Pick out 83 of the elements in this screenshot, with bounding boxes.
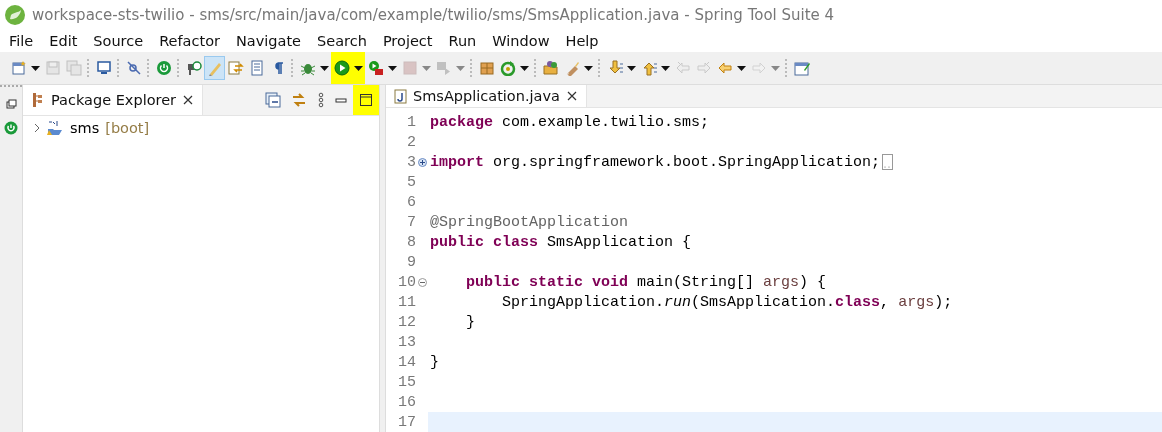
- forward-icon: [750, 60, 767, 76]
- code-line: @SpringBootApplication: [430, 213, 629, 231]
- link-arrows-icon: [291, 92, 307, 108]
- dropdown-arrow-icon[interactable]: [584, 65, 593, 71]
- code-line: package com.example.twilio.sms;: [430, 113, 710, 131]
- line-number: 17: [397, 413, 416, 431]
- refresh-icon: [499, 60, 516, 76]
- dropdown-arrow-icon[interactable]: [627, 65, 636, 71]
- code-line: }: [430, 353, 439, 371]
- package-icon: [478, 60, 495, 76]
- open-folder-icon: [542, 60, 559, 76]
- dropdown-arrow-icon[interactable]: [520, 65, 529, 71]
- line-number: 13: [397, 333, 416, 351]
- line-number: 15: [397, 373, 416, 391]
- code-line: public class SmsApplication {: [430, 233, 692, 251]
- line-number: 9: [406, 253, 416, 271]
- menu-item[interactable]: File: [1, 33, 42, 49]
- dropdown-arrow-icon[interactable]: [661, 65, 670, 71]
- java-file-icon: [394, 88, 407, 104]
- line-number: 5: [406, 173, 416, 191]
- power-icon: [155, 60, 172, 76]
- line-number: 7: [406, 213, 416, 231]
- app-logo-icon: [4, 4, 26, 26]
- dropdown-arrow-icon[interactable]: [737, 65, 746, 71]
- project-folder-icon: [47, 120, 64, 136]
- window-title: workspace-sts-twilio - sms/src/main/java/com/example/twilio/sms/SmsApplication.java - Spring Tool Suite 4: [32, 6, 835, 24]
- swap-document-icon: [227, 60, 244, 76]
- menu-item[interactable]: Navigate: [228, 33, 310, 49]
- stop-icon: [401, 60, 418, 76]
- code-line: public static void main(String[] args) {: [465, 273, 827, 291]
- run-icon: [333, 60, 350, 76]
- new-file-icon: [10, 60, 27, 76]
- close-icon: [182, 94, 195, 106]
- line-number: 10: [397, 273, 416, 291]
- project-name[interactable]: sms: [70, 120, 100, 136]
- maximize-icon[interactable]: [360, 94, 372, 106]
- dropdown-arrow-icon[interactable]: [354, 65, 363, 71]
- package-explorer-tab[interactable]: Package Explorer: [23, 85, 204, 115]
- run-button[interactable]: [331, 52, 352, 84]
- menu-item[interactable]: Source: [85, 33, 152, 49]
- code-line: import org.springframework.boot.SpringApplication;: [430, 153, 881, 171]
- line-number: 8: [406, 233, 416, 251]
- line-number: 11: [397, 293, 416, 311]
- back-edit-icon: [674, 60, 691, 76]
- line-number: 2: [406, 133, 416, 151]
- line-number: 6: [406, 193, 416, 211]
- menu-item[interactable]: Search: [309, 33, 375, 49]
- menu-item[interactable]: Window: [484, 33, 558, 49]
- restore-icon: [5, 99, 17, 109]
- line-number: 16: [397, 393, 416, 411]
- line-number: 3: [406, 153, 416, 171]
- menu-item[interactable]: Refactor: [151, 33, 228, 49]
- menu-item[interactable]: Run: [440, 33, 485, 49]
- save-all-icon: [65, 60, 82, 76]
- document-icon: [248, 60, 265, 76]
- folded-code-marker-icon: [882, 154, 894, 170]
- code-line: }: [465, 313, 475, 331]
- menu-item[interactable]: Project: [374, 33, 441, 49]
- window-icon: [793, 60, 810, 76]
- view-menu-icon: [317, 92, 325, 108]
- highlighter-icon: [206, 60, 223, 76]
- power-icon: [4, 121, 18, 135]
- line-number: 14: [397, 353, 416, 371]
- package-icon: [31, 92, 45, 108]
- menu-item[interactable]: Help: [557, 33, 607, 49]
- dropdown-arrow-icon[interactable]: [388, 65, 397, 71]
- project-decoration: [boot]: [105, 120, 150, 136]
- collapse-all-icon: [265, 92, 281, 108]
- menu-item[interactable]: Edit: [41, 33, 86, 49]
- code-line: SpringApplication.run(SmsApplication.class, args);: [501, 293, 953, 311]
- back-icon: [716, 60, 733, 76]
- save-icon: [44, 60, 61, 76]
- collapse-fold-icon[interactable]: [417, 277, 427, 287]
- expand-fold-icon[interactable]: [417, 157, 427, 167]
- editor-tab[interactable]: SmsApplication.java: [386, 85, 587, 107]
- line-number: 12: [397, 313, 416, 331]
- dropdown-arrow-icon[interactable]: [31, 65, 40, 71]
- dropdown-arrow-icon[interactable]: [320, 65, 329, 71]
- close-icon: [565, 90, 578, 102]
- forward-edit-icon: [695, 60, 712, 76]
- monitor-icon: [95, 60, 112, 76]
- run-external-icon: [367, 60, 384, 76]
- line-number: 1: [406, 113, 416, 131]
